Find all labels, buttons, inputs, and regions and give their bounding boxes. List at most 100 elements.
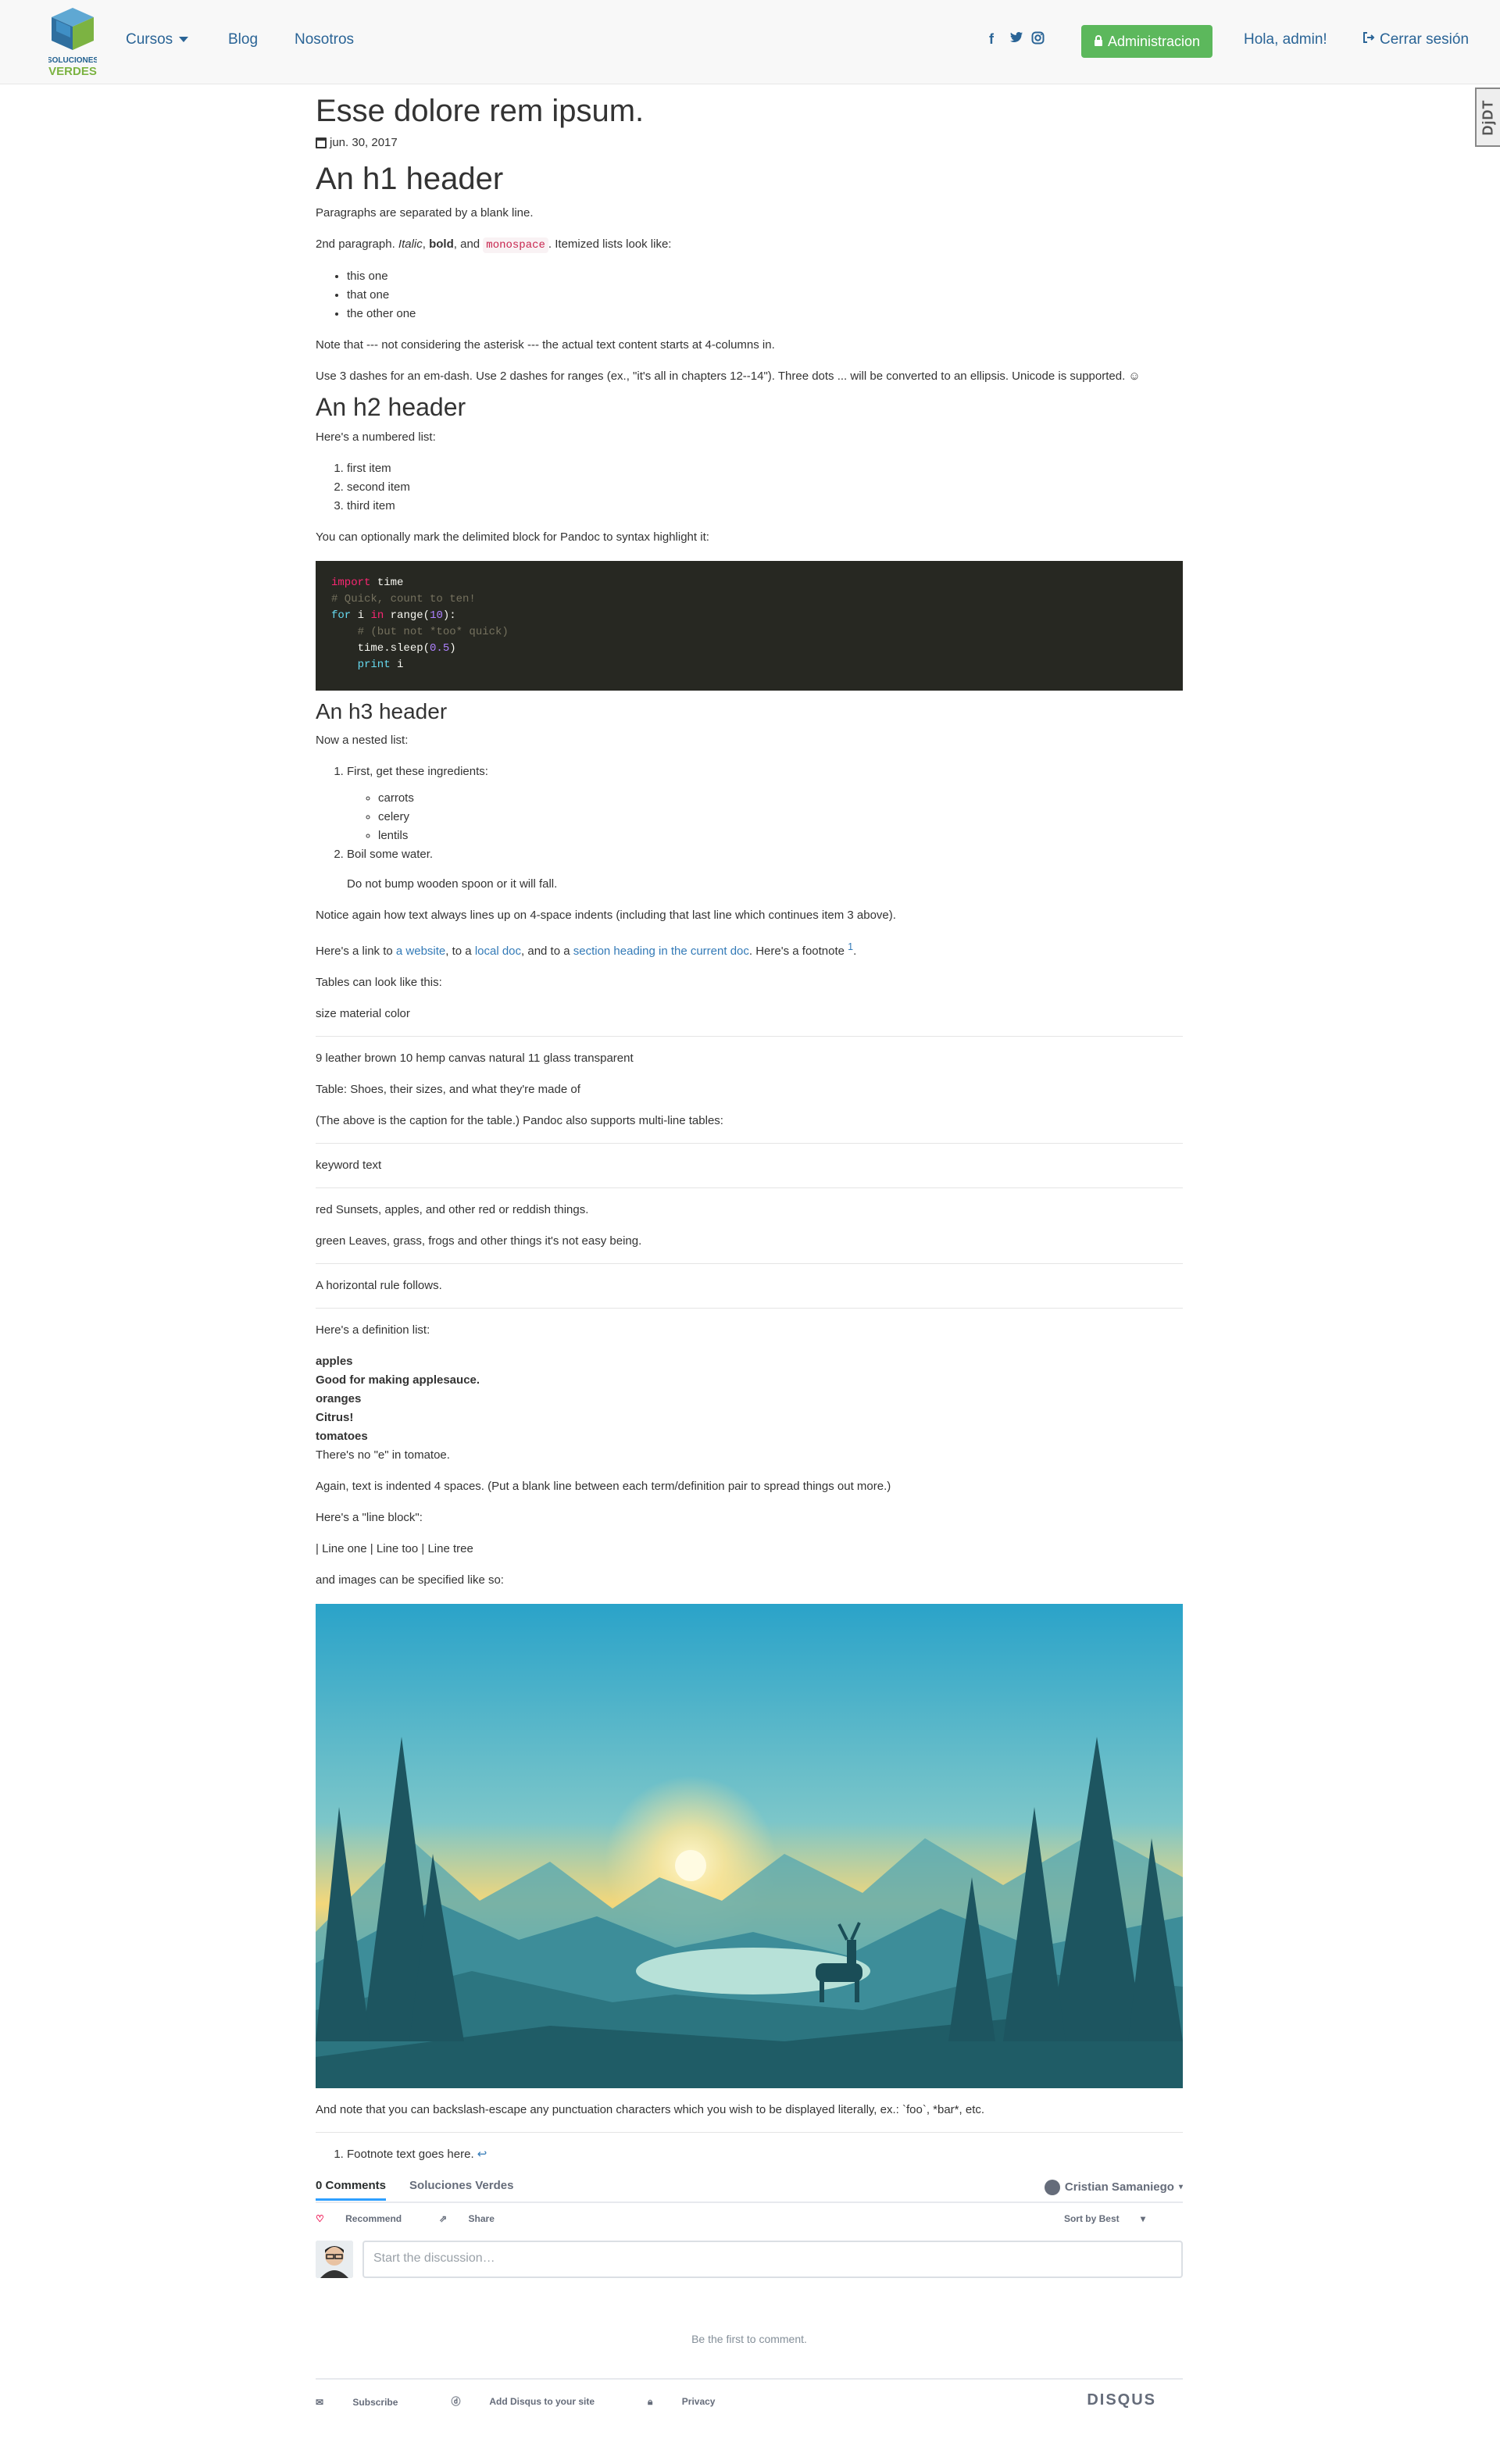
- disqus-user-menu[interactable]: Cristian Samaniego ▾: [1044, 2179, 1183, 2195]
- footnote-back-link[interactable]: ↩: [477, 2148, 488, 2161]
- calendar-icon: [316, 137, 327, 148]
- table-row: green Leaves, grass, frogs and other thi…: [316, 1234, 642, 1248]
- heading-h2: An h2 header: [316, 393, 466, 421]
- table-body: 9 leather brown 10 hemp canvas natural 1…: [316, 1051, 634, 1065]
- footnote-item: Footnote text goes here. ↩: [347, 2145, 1183, 2164]
- disqus-icon: ⓓ: [451, 2395, 461, 2407]
- table-header: size material color: [316, 1006, 410, 1020]
- divider: [316, 1035, 1183, 1037]
- paragraph: Do not bump wooden spoon or it will fall…: [347, 877, 558, 891]
- divider: [316, 1262, 1183, 1264]
- brand-line2: VERDES: [48, 65, 97, 78]
- paragraph: Here's a numbered list:: [316, 430, 436, 445]
- disqus-logo[interactable]: DISQUS: [1087, 2391, 1156, 2409]
- definition-term: apples: [316, 1354, 353, 1368]
- landscape-image: [316, 1603, 1183, 2088]
- paragraph: Here's a link to a website, to a local d…: [316, 941, 857, 958]
- logout-link[interactable]: Cerrar sesión: [1362, 31, 1469, 48]
- numbered-list: first item second item third item: [316, 459, 1183, 516]
- list-item: second item: [347, 478, 1183, 497]
- privacy-link[interactable]: 🔒︎ Privacy: [648, 2396, 741, 2408]
- heading-h1: An h1 header: [316, 162, 504, 196]
- paragraph: Again, text is indented 4 spaces. (Put a…: [316, 1479, 891, 1493]
- share-icon: ⇗: [439, 2212, 448, 2224]
- recommend-button[interactable]: ♡ Recommend: [316, 2213, 420, 2224]
- local-doc-link[interactable]: local doc: [475, 945, 521, 958]
- paragraph: (The above is the caption for the table.…: [316, 1113, 723, 1127]
- admin-button[interactable]: Administracion: [1081, 25, 1212, 58]
- ingredient-list: carrots celery lentils: [347, 789, 1183, 845]
- chevron-down-icon: ▾: [1178, 2183, 1183, 2192]
- avatar: [1044, 2179, 1060, 2195]
- disqus-thread: 0 Comments Soluciones Verdes Cristian Sa…: [316, 2177, 1183, 2409]
- lock-icon: [1094, 34, 1103, 50]
- code-block: import time # Quick, count to ten! for i…: [316, 561, 1183, 691]
- brand-logo[interactable]: SOLUCIONES VERDES: [47, 6, 98, 78]
- section-heading-link[interactable]: section heading in the current doc: [573, 945, 749, 958]
- paragraph: You can optionally mark the delimited bl…: [316, 530, 709, 545]
- user-greeting[interactable]: Hola, admin!: [1244, 31, 1327, 48]
- brand-line1: SOLUCIONES: [48, 56, 97, 65]
- post-title: Esse dolore rem ipsum.: [316, 94, 645, 128]
- post-date: jun. 30, 2017: [316, 136, 1183, 149]
- paragraph: Here's a definition list:: [316, 1323, 430, 1337]
- list-item: third item: [347, 497, 1183, 516]
- horizontal-rule: [316, 1307, 1183, 1309]
- comment-compose: Start the discussion…: [316, 2240, 1183, 2278]
- empty-comments-message: Be the first to comment.: [691, 2332, 807, 2345]
- paragraph: Tables can look like this:: [316, 975, 442, 989]
- line-block: | Line one | Line too | Line tree: [316, 1541, 473, 1555]
- definition-term: tomatoes: [316, 1429, 368, 1443]
- add-disqus-link[interactable]: ⓓ Add Disqus to your site: [451, 2394, 621, 2408]
- paragraph: And note that you can backslash-escape a…: [316, 2102, 985, 2116]
- nav-courses-dropdown[interactable]: Cursos: [126, 31, 189, 48]
- definition-term: oranges: [316, 1391, 362, 1405]
- bullet-list: this one that one the other one: [316, 267, 1183, 323]
- tab-community[interactable]: Soluciones Verdes: [409, 2179, 513, 2198]
- list-item: celery: [378, 808, 1183, 827]
- paragraph: Use 3 dashes for an em-dash. Use 2 dashe…: [316, 370, 1141, 383]
- list-item: that one: [347, 286, 1183, 305]
- facebook-icon[interactable]: f: [989, 31, 994, 48]
- nested-list: First, get these ingredients: carrots ce…: [316, 762, 1183, 894]
- definition-desc: Citrus!: [316, 1410, 354, 1424]
- post-content: Esse dolore rem ipsum. jun. 30, 2017 An …: [316, 92, 1183, 2409]
- sign-out-icon: [1362, 31, 1375, 48]
- navbar: SOLUCIONES VERDES Cursos Blog Nosotros f…: [0, 0, 1500, 84]
- heart-icon: ♡: [316, 2212, 324, 2224]
- paragraph: Note that --- not considering the asteri…: [316, 338, 775, 352]
- definition-desc: Good for making applesauce.: [316, 1373, 480, 1387]
- debug-toolbar-handle[interactable]: DjDT: [1475, 87, 1500, 147]
- caret-down-icon: [179, 37, 189, 43]
- divider: [316, 1142, 1183, 1144]
- table-header: keyword text: [316, 1158, 382, 1172]
- envelope-icon: ✉: [316, 2396, 324, 2408]
- nav-about[interactable]: Nosotros: [295, 31, 354, 48]
- nav-blog[interactable]: Blog: [228, 31, 258, 48]
- subscribe-link[interactable]: ✉ Subscribe: [316, 2397, 424, 2408]
- table-row: red Sunsets, apples, and other red or re…: [316, 1202, 589, 1216]
- chevron-down-icon: ▾: [1140, 2212, 1145, 2224]
- table-caption: Table: Shoes, their sizes, and what they…: [316, 1082, 580, 1096]
- tab-comments[interactable]: 0 Comments: [316, 2179, 387, 2201]
- website-link[interactable]: a website: [396, 945, 445, 958]
- paragraph: Paragraphs are separated by a blank line…: [316, 206, 534, 220]
- share-button[interactable]: ⇗ Share: [439, 2213, 513, 2224]
- definition-desc: There's no "e" in tomatoe.: [316, 1448, 450, 1462]
- paragraph: Notice again how text always lines up on…: [316, 908, 896, 922]
- comment-input[interactable]: Start the discussion…: [362, 2240, 1183, 2278]
- list-item: lentils: [378, 827, 1183, 845]
- heading-h3: An h3 header: [316, 699, 448, 724]
- list-item: Boil some water. Do not bump wooden spoo…: [347, 845, 1183, 894]
- instagram-icon[interactable]: [1031, 31, 1045, 48]
- sort-dropdown[interactable]: Sort by Best ▾: [1064, 2213, 1164, 2224]
- list-item: this one: [347, 267, 1183, 286]
- footnotes: Footnote text goes here. ↩: [316, 2131, 1183, 2164]
- paragraph: and images can be specified like so:: [316, 1573, 504, 1587]
- list-item: First, get these ingredients: carrots ce…: [347, 762, 1183, 845]
- divider: [316, 1187, 1183, 1188]
- avatar: [316, 2240, 353, 2278]
- paragraph: A horizontal rule follows.: [316, 1278, 442, 1292]
- disqus-actions: ♡ Recommend ⇗ Share Sort by Best ▾: [316, 2203, 1183, 2234]
- twitter-icon[interactable]: [1009, 31, 1023, 48]
